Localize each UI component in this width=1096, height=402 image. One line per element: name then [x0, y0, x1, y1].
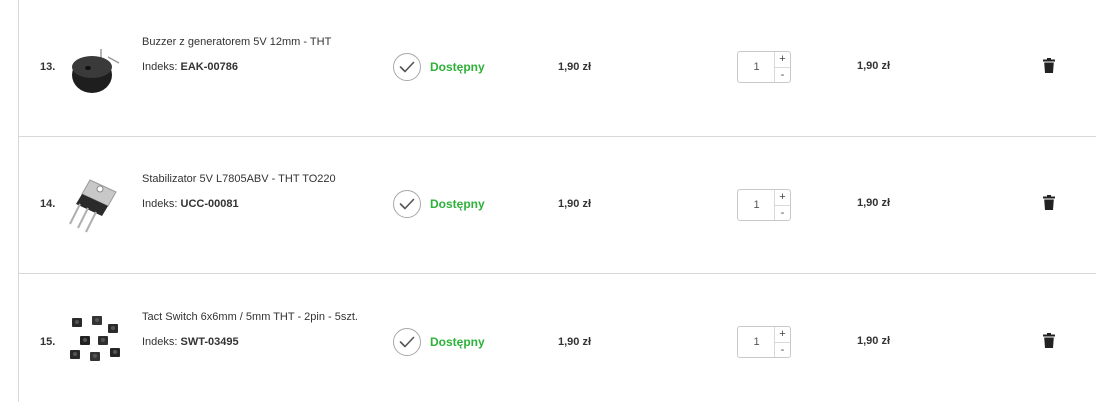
- row-total: 1,90 zł: [857, 335, 891, 347]
- row-number: 14.: [40, 198, 56, 210]
- row-number: 13.: [40, 61, 56, 73]
- cart-row: 14. Stabilizator 5V L7805ABV - THT TO220…: [19, 137, 1096, 274]
- quantity-stepper[interactable]: 1 + -: [737, 51, 791, 83]
- product-index: Indeks: EAK-00786: [142, 61, 238, 73]
- unit-price: 1,90 zł: [558, 336, 592, 348]
- trash-icon[interactable]: [1043, 58, 1055, 73]
- index-code: SWT-03495: [180, 336, 239, 348]
- quantity-increase-button[interactable]: +: [775, 52, 790, 67]
- index-code: EAK-00786: [180, 61, 239, 73]
- unit-price: 1,90 zł: [558, 198, 592, 210]
- row-number: 15.: [40, 336, 56, 348]
- index-label: Indeks:: [142, 336, 178, 348]
- unit-price: 1,90 zł: [558, 61, 592, 73]
- buzzer-image[interactable]: [64, 35, 128, 99]
- quantity-increase-button[interactable]: +: [775, 327, 790, 342]
- product-name[interactable]: Stabilizator 5V L7805ABV - THT TO220: [142, 173, 336, 185]
- quantity-input[interactable]: 1: [738, 327, 775, 357]
- cart-row: 15. Tact Switch 6x6mm / 5mm THT - 2pin -…: [19, 274, 1096, 402]
- availability-status: Dostępny: [430, 60, 485, 74]
- quantity-stepper[interactable]: 1 + -: [737, 189, 791, 221]
- availability-status: Dostępny: [430, 197, 485, 211]
- tact-switch-image[interactable]: [64, 310, 128, 374]
- index-label: Indeks:: [142, 198, 178, 210]
- product-name[interactable]: Buzzer z generatorem 5V 12mm - THT: [142, 36, 331, 48]
- row-total: 1,90 zł: [857, 60, 891, 72]
- availability-status: Dostępny: [430, 335, 485, 349]
- product-name[interactable]: Tact Switch 6x6mm / 5mm THT - 2pin - 5sz…: [142, 311, 358, 323]
- quantity-decrease-button[interactable]: -: [775, 67, 790, 82]
- quantity-decrease-button[interactable]: -: [775, 342, 790, 357]
- product-index: Indeks: UCC-00081: [142, 198, 239, 210]
- index-label: Indeks:: [142, 61, 178, 73]
- checkmark-icon: [393, 190, 421, 218]
- index-code: UCC-00081: [180, 198, 239, 210]
- quantity-increase-button[interactable]: +: [775, 190, 790, 205]
- quantity-input[interactable]: 1: [738, 52, 775, 82]
- voltage-regulator-image[interactable]: [64, 172, 128, 236]
- checkmark-icon: [393, 328, 421, 356]
- cart-list: 13. Buzzer z generatorem 5V 12mm - THT I…: [0, 0, 1096, 402]
- product-index: Indeks: SWT-03495: [142, 336, 239, 348]
- quantity-input[interactable]: 1: [738, 190, 775, 220]
- quantity-decrease-button[interactable]: -: [775, 205, 790, 220]
- row-total: 1,90 zł: [857, 197, 891, 209]
- quantity-stepper[interactable]: 1 + -: [737, 326, 791, 358]
- checkmark-icon: [393, 53, 421, 81]
- trash-icon[interactable]: [1043, 333, 1055, 348]
- cart-row: 13. Buzzer z generatorem 5V 12mm - THT I…: [19, 0, 1096, 137]
- trash-icon[interactable]: [1043, 195, 1055, 210]
